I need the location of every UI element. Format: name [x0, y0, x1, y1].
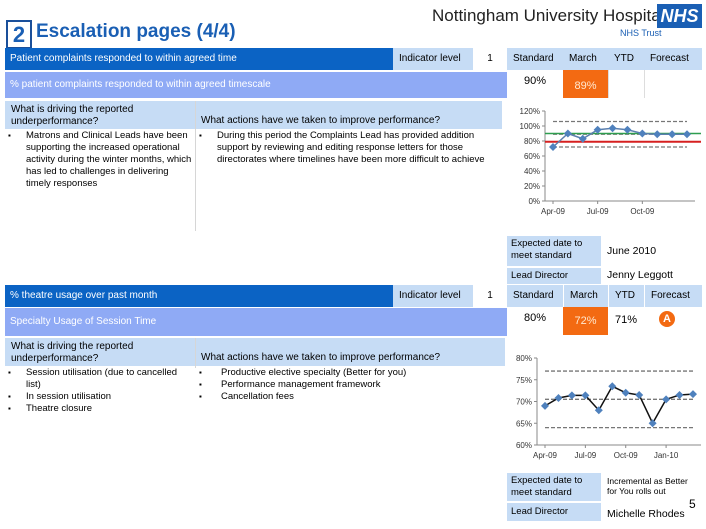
y-tick-label: 60%: [524, 152, 540, 161]
data-point: [683, 130, 691, 139]
action-item: Cancellation fees: [193, 391, 493, 403]
driving-list: Matrons and Clinical Leads have been sup…: [2, 130, 194, 190]
march-value: 72%: [563, 307, 608, 335]
indicator-level-value: 1: [473, 48, 507, 70]
complaints-chart: 0% 20% 40% 60% 80% 100% 120% Apr-09 Jul-09 Oct-09: [520, 107, 701, 216]
indicator-title: % theatre usage over past month: [5, 285, 393, 307]
y-tick-label: 80%: [516, 354, 532, 363]
indicator-level-label: Indicator level: [393, 48, 473, 70]
indicator-subtitle: Specialty Usage of Session Time: [5, 308, 507, 336]
indicator-title: Patient complaints responded to within a…: [5, 48, 393, 70]
column-divider: [195, 338, 196, 368]
data-point: [623, 125, 632, 134]
column-standard: Standard: [507, 285, 563, 307]
data-point: [554, 394, 563, 403]
x-tick-label: Jul-09: [574, 451, 596, 460]
action-item: Performance management framework: [193, 379, 493, 391]
x-tick-label: Apr-09: [541, 207, 566, 216]
column-ytd: YTD: [608, 285, 644, 307]
data-point: [621, 388, 630, 397]
ytd-value: 71%: [608, 307, 644, 335]
data-point: [675, 390, 684, 399]
y-tick-label: 40%: [524, 167, 540, 176]
actual-series-line: [544, 385, 694, 425]
page-title: Escalation pages (4/4): [36, 21, 236, 42]
ytd-value: [608, 70, 644, 98]
page-number: 5: [689, 497, 696, 511]
actions-header: What actions have we taken to improve pe…: [195, 338, 505, 366]
column-march: March: [563, 285, 608, 307]
lead-director-label: Lead Director: [507, 503, 601, 521]
data-point: [689, 390, 697, 399]
expected-date-value: Incremental as Better for You rolls out: [607, 476, 688, 496]
lead-director-label: Lead Director: [507, 268, 601, 284]
data-point: [648, 419, 657, 428]
driving-header: What is driving the reported underperfor…: [5, 338, 195, 366]
actions-list: During this period the Complaints Lead h…: [193, 130, 503, 166]
driving-item: Matrons and Clinical Leads have been sup…: [2, 130, 194, 190]
x-tick-label: Jul-09: [587, 207, 609, 216]
data-point: [541, 401, 549, 410]
march-value: 89%: [563, 70, 608, 98]
y-tick-label: 60%: [516, 441, 532, 450]
theatre-usage-chart: 60% 65% 70% 75% 80% Apr-09 Jul-09 Oct-09 Jan-10: [516, 354, 701, 460]
driving-item: Theatre closure: [2, 403, 192, 415]
data-point: [662, 395, 671, 404]
driving-header: What is driving the reported underperfor…: [5, 101, 195, 129]
indicator-level-label: Indicator level: [393, 285, 473, 307]
standard-value: 80%: [507, 307, 563, 335]
x-tick-label: Jan-10: [654, 451, 679, 460]
x-tick-label: Oct-09: [614, 451, 639, 460]
y-tick-label: 75%: [516, 376, 532, 385]
column-forecast: Forecast: [644, 285, 702, 307]
data-point: [608, 382, 617, 391]
driving-item: Session utilisation (due to cancelled li…: [2, 367, 192, 391]
forecast-amber-icon: A: [659, 311, 675, 327]
y-tick-label: 0%: [528, 197, 540, 206]
action-item: Productive elective specialty (Better fo…: [193, 367, 493, 379]
y-tick-label: 100%: [520, 122, 540, 131]
data-point: [593, 125, 602, 134]
actions-header: What actions have we taken to improve pe…: [195, 101, 502, 129]
standard-value: 90%: [507, 70, 563, 98]
data-point: [668, 130, 677, 139]
trust-label: NHS Trust: [620, 28, 662, 38]
expected-date-value: June 2010: [607, 245, 657, 257]
actual-series-line: [552, 127, 687, 148]
section-number: 2: [6, 20, 32, 49]
y-tick-label: 20%: [524, 182, 540, 191]
data-point: [635, 390, 644, 399]
y-tick-label: 65%: [516, 419, 532, 428]
column-standard: Standard: [507, 48, 563, 70]
indicator-subtitle: % patient complaints responded to within…: [5, 72, 507, 98]
x-tick-label: Apr-09: [533, 451, 558, 460]
actions-list: Productive elective specialty (Better fo…: [193, 367, 493, 403]
lead-director-value: Jenny Leggott: [607, 269, 673, 281]
x-tick-label: Oct-09: [630, 207, 655, 216]
column-forecast: Forecast: [644, 48, 702, 70]
expected-date-label: Expected date to meet standard: [507, 236, 601, 266]
data-point: [653, 130, 662, 139]
forecast-value: [644, 70, 702, 98]
y-tick-label: 120%: [520, 107, 540, 116]
driving-list: Session utilisation (due to cancelled li…: [2, 367, 192, 415]
data-point: [638, 129, 647, 138]
column-ytd: YTD: [608, 48, 644, 70]
action-item: During this period the Complaints Lead h…: [193, 130, 503, 166]
driving-item: In session utilisation: [2, 391, 192, 403]
column-march: March: [563, 48, 608, 70]
org-name: Nottingham University Hospitals: [432, 6, 673, 25]
y-tick-label: 70%: [516, 398, 532, 407]
data-point: [608, 124, 617, 133]
lead-director-value: Michelle Rhodes: [607, 508, 685, 520]
y-tick-label: 80%: [524, 137, 540, 146]
column-divider: [195, 101, 196, 231]
nhs-logo: NHS: [657, 4, 702, 28]
data-point: [567, 391, 576, 400]
expected-date-label: Expected date to meet standard: [507, 473, 601, 501]
indicator-level-value: 1: [473, 285, 507, 307]
